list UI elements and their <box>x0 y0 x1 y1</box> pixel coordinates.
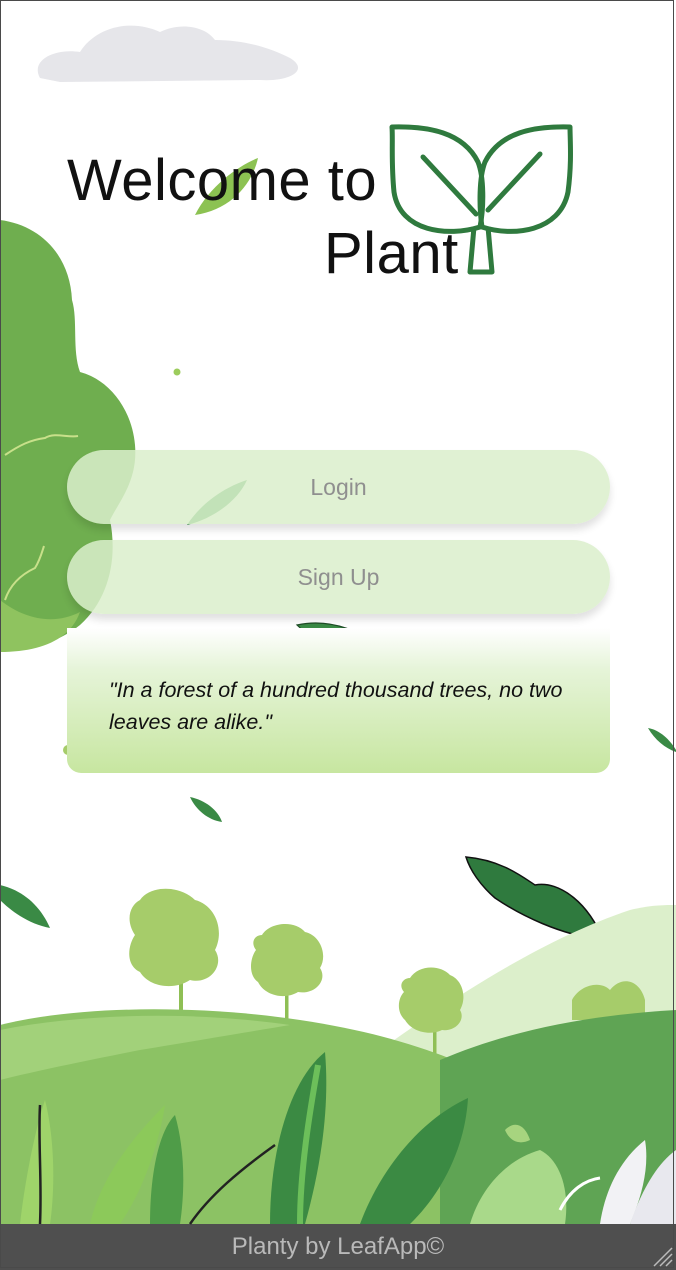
resize-handle-icon[interactable] <box>650 1244 674 1268</box>
page-title-line-1: Welcome to <box>67 148 378 213</box>
cloud-illustration <box>37 25 299 82</box>
login-button[interactable]: Login <box>67 450 610 524</box>
quote-card: "In a forest of a hundred thousand trees… <box>67 628 610 773</box>
sprout-icon <box>389 124 573 275</box>
footer-text: Planty by LeafApp© <box>231 1233 445 1260</box>
quote-text: "In a forest of a hundred thousand trees… <box>109 678 563 734</box>
signup-button[interactable]: Sign Up <box>67 540 610 614</box>
footer-bar: Planty by LeafApp© <box>0 1224 676 1270</box>
